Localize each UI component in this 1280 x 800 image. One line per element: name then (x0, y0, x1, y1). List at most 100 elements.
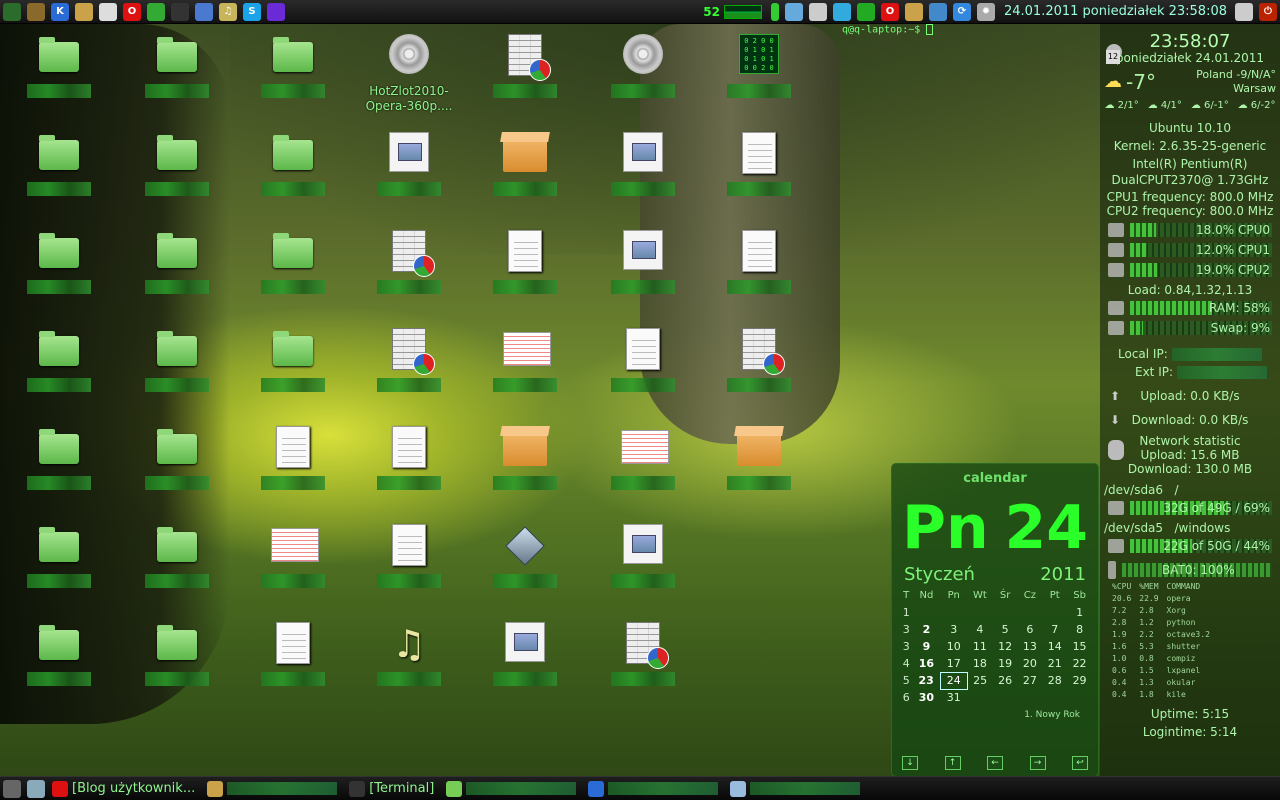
desktop-icon[interactable] (234, 520, 352, 616)
calendar-day[interactable]: 7 (1042, 621, 1067, 638)
calendar-day[interactable]: 30 (912, 689, 940, 706)
desktop-icon[interactable]: HotZlot2010-Opera-360p.... (350, 30, 468, 126)
window-tray-icon[interactable] (808, 2, 827, 21)
calendar-day[interactable]: 27 (1018, 672, 1043, 689)
task-opera[interactable]: [Blog użytkownik... (48, 778, 199, 800)
desktop-icon[interactable] (584, 422, 702, 518)
desktop-icon[interactable] (700, 324, 818, 420)
show-windows-icon[interactable] (27, 779, 45, 798)
show-desktop-icon[interactable] (1235, 2, 1253, 21)
desktop-icon[interactable] (350, 226, 468, 322)
calendar-day[interactable]: 17 (940, 655, 967, 672)
desktop-icon[interactable]: ♫ (350, 618, 468, 714)
calendar-today-icon[interactable]: ↩ (1072, 756, 1088, 770)
calendar-day[interactable]: 23 (912, 672, 940, 689)
desktop-icon[interactable] (584, 128, 702, 224)
calendar-day[interactable]: 31 (940, 689, 967, 706)
calendar-day[interactable]: 8 (1067, 621, 1092, 638)
desktop-icon[interactable] (466, 128, 584, 224)
start-menu-icon[interactable] (3, 779, 21, 798)
desktop-icon[interactable] (466, 618, 584, 714)
bin-tray-icon[interactable] (856, 2, 875, 21)
calendar-day[interactable]: 18 (967, 655, 993, 672)
desktop-icon[interactable] (350, 128, 468, 224)
desktop-icon[interactable] (584, 30, 702, 126)
desktop-icon[interactable] (0, 324, 118, 420)
calendar-day[interactable]: 13 (1018, 638, 1043, 655)
calendar-day[interactable]: 6 (1018, 621, 1043, 638)
calendar-day[interactable]: 19 (993, 655, 1018, 672)
desktop-icon[interactable]: 0 2 0 0 0 1 0 1 0 1 0 1 0 0 2 0 (700, 30, 818, 126)
desktop-icon[interactable] (118, 128, 236, 224)
desktop-icon[interactable] (350, 422, 468, 518)
calendar-day[interactable]: 16 (912, 655, 940, 672)
desktop-icon[interactable] (118, 324, 236, 420)
gimp-tray-icon[interactable] (904, 2, 923, 21)
battery-tray-icon[interactable] (770, 2, 779, 21)
skype-icon[interactable]: S (243, 2, 261, 21)
kde-icon[interactable]: K (51, 2, 69, 21)
desktop-icon[interactable] (584, 520, 702, 616)
calendar-day[interactable]: 1 (1067, 604, 1092, 621)
task-kde[interactable] (584, 778, 722, 800)
desktop-icon[interactable] (0, 226, 118, 322)
gimp-icon[interactable] (75, 2, 93, 21)
calendar-day[interactable]: 12 (993, 638, 1018, 655)
calendar-day[interactable]: 9 (912, 638, 940, 655)
desktop-icon[interactable] (234, 324, 352, 420)
calendar-day[interactable]: 26 (993, 672, 1018, 689)
desktop-icon[interactable] (0, 422, 118, 518)
calendar-day[interactable]: 5 (993, 621, 1018, 638)
task-files[interactable] (442, 778, 580, 800)
calendar-day[interactable]: 15 (1067, 638, 1092, 655)
recycle-icon[interactable] (147, 2, 165, 21)
desktop-icon[interactable] (700, 128, 818, 224)
desktop-icon[interactable] (350, 324, 468, 420)
desktop-icon[interactable] (0, 618, 118, 714)
desktop-icon[interactable] (234, 30, 352, 126)
terminal-overlay[interactable]: q@q-laptop:~$ (842, 24, 934, 36)
desktop-icon[interactable] (118, 618, 236, 714)
calendar-next-year-icon[interactable]: ↓ (902, 756, 918, 770)
globe-icon[interactable] (195, 2, 213, 21)
network-tray-icon[interactable] (832, 2, 851, 21)
desktop-icon[interactable] (0, 128, 118, 224)
task-gimp[interactable] (203, 778, 341, 800)
desktop-icon[interactable] (700, 226, 818, 322)
desktop-icon[interactable] (234, 128, 352, 224)
file-manager-icon[interactable] (27, 2, 45, 21)
calendar-day[interactable]: 11 (967, 638, 993, 655)
text-editor-icon[interactable] (99, 2, 117, 21)
calendar-prev-month-icon[interactable]: ← (987, 756, 1003, 770)
desktop-icon[interactable] (234, 226, 352, 322)
panel-clock[interactable]: 24.01.2011 poniedziałek 23:58:08 (1004, 4, 1227, 19)
desktop-icon[interactable] (118, 520, 236, 616)
desktop-icon[interactable] (118, 30, 236, 126)
calendar-day[interactable]: 24 (939, 671, 968, 690)
power-icon[interactable]: ⏻ (1259, 2, 1277, 21)
calendar-next-month-icon[interactable]: → (1029, 756, 1046, 770)
desktop-icon[interactable] (700, 422, 818, 518)
desktop-icon[interactable] (118, 226, 236, 322)
calendar-day[interactable]: 10 (940, 638, 967, 655)
calendar-day[interactable]: 28 (1042, 672, 1067, 689)
settings-tray-icon[interactable]: ✹ (976, 2, 995, 21)
desktop-icon[interactable] (234, 618, 352, 714)
calendar-day[interactable]: 14 (1042, 638, 1067, 655)
task-terminal[interactable]: [Terminal] (345, 778, 438, 800)
calendar-day[interactable]: 2 (912, 621, 940, 638)
calendar-day[interactable]: 25 (967, 672, 993, 689)
desktop-icon[interactable] (350, 520, 468, 616)
desktop-icon[interactable] (234, 422, 352, 518)
desktop-icon[interactable] (0, 30, 118, 126)
calendar-prev-year-icon[interactable]: ↑ (944, 756, 961, 770)
terminal-launcher-icon[interactable] (3, 2, 21, 21)
update-tray-icon[interactable] (928, 2, 947, 21)
refresh-tray-icon[interactable]: ⟳ (952, 2, 971, 21)
wizard-hat-icon[interactable] (267, 2, 285, 21)
desktop-icon[interactable] (584, 226, 702, 322)
opera-icon[interactable]: O (123, 2, 141, 21)
desktop-icon[interactable] (584, 618, 702, 714)
calendar-day[interactable]: 22 (1067, 655, 1092, 672)
desktop-icon[interactable] (466, 30, 584, 126)
